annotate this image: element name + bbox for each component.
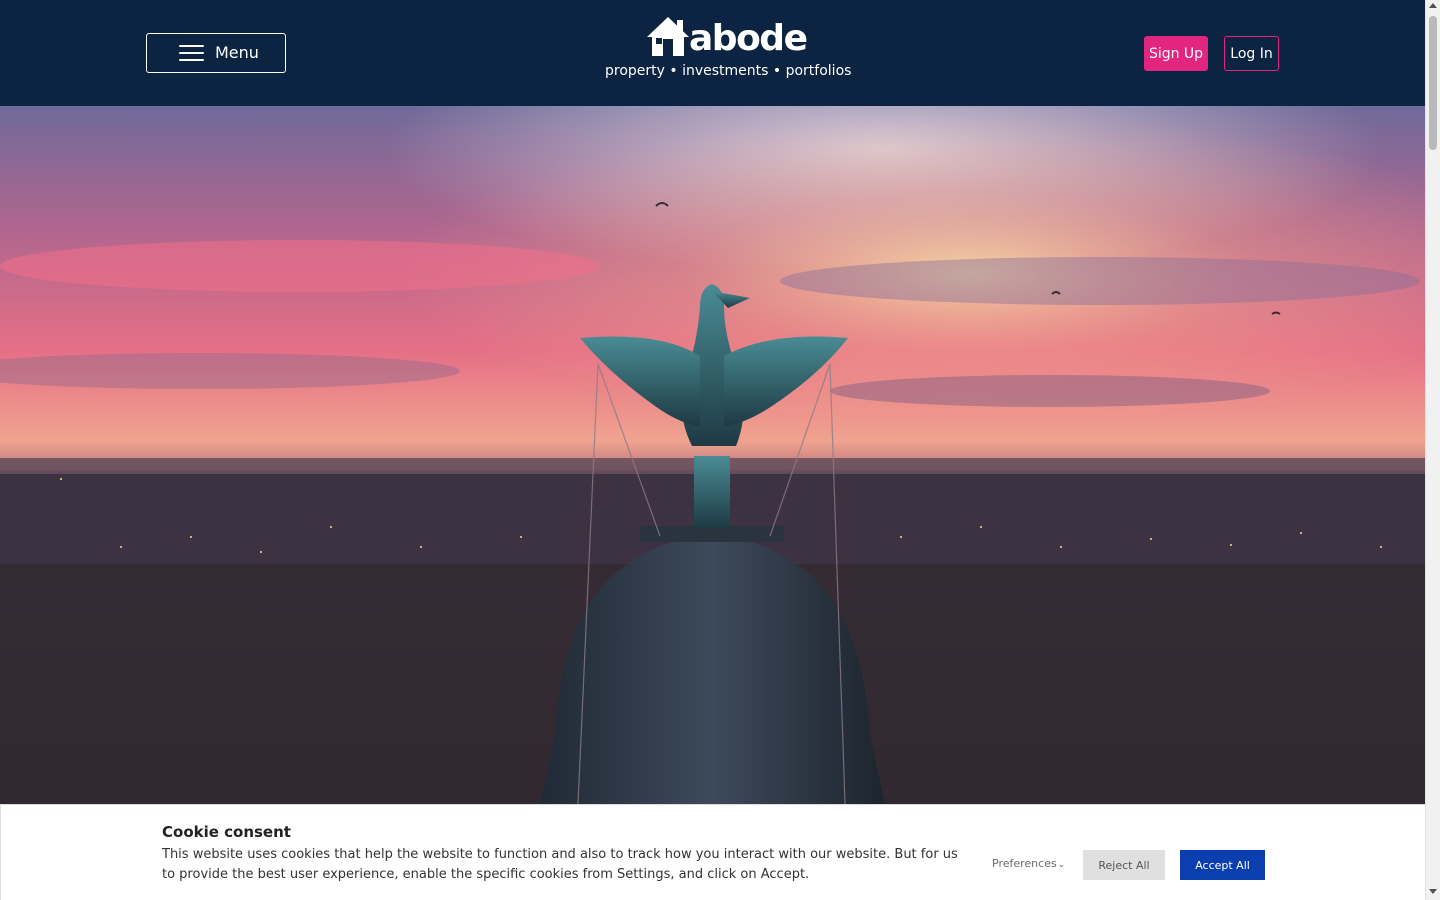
chevron-down-icon: ⌄ [1057,860,1066,870]
accept-all-button[interactable]: Accept All [1180,850,1265,880]
house-icon [647,17,689,56]
scroll-thumb[interactable] [1429,16,1437,150]
hero-image [0,106,1425,804]
tagline: property • investments • portfolios [605,63,852,79]
menu-button[interactable]: Menu [146,33,286,73]
logo-wordmark: abode [689,18,808,59]
scroll-down-icon[interactable] [1429,889,1437,894]
menu-label: Menu [215,43,259,62]
login-button[interactable]: Log In [1224,36,1279,71]
hero-photo [0,106,1425,804]
site-logo[interactable]: abode property • investments • portfolio… [605,16,852,86]
reject-all-button[interactable]: Reject All [1083,850,1165,880]
cookie-consent-banner: Cookie consent This website uses cookies… [0,804,1425,900]
hamburger-icon [179,45,204,61]
vertical-scrollbar[interactable] [1425,0,1440,900]
site-header: Menu abode property • investments • port… [0,0,1425,106]
preferences-button[interactable]: Preferences⌄ [992,857,1065,870]
signup-button[interactable]: Sign Up [1144,36,1208,71]
scroll-up-icon[interactable] [1429,3,1437,8]
cookie-description: This website uses cookies that help the … [162,847,958,882]
preferences-label: Preferences [992,857,1057,870]
cookie-title: Cookie consent [162,823,291,841]
